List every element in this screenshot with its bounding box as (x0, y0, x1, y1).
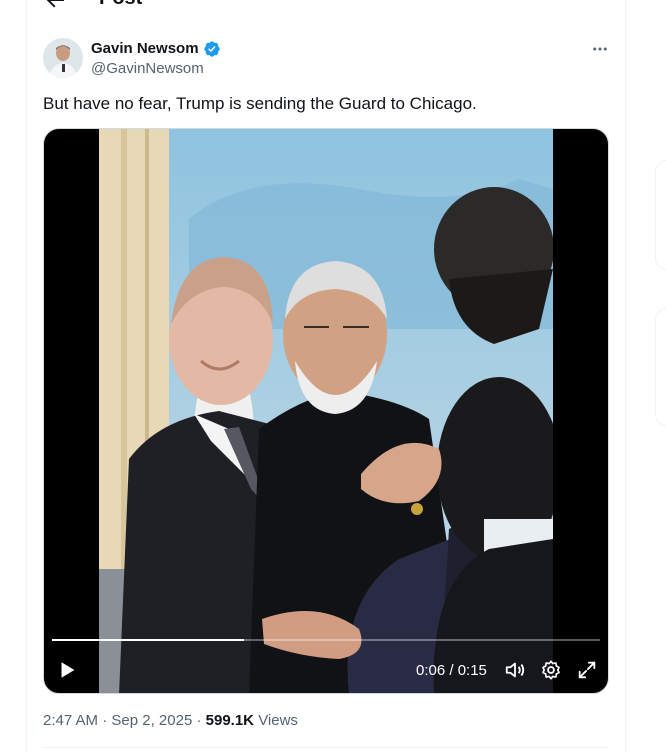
sidebar-card (655, 160, 666, 270)
video-progress-fill (52, 639, 244, 641)
video-progress-bar[interactable] (52, 639, 600, 641)
avatar[interactable] (43, 38, 83, 78)
views-count: 599.1K (205, 712, 255, 729)
post-column: Post Gavin Newsom @GavinNewsom But have … (26, 0, 626, 752)
meta-separator: · (98, 712, 112, 729)
author-name[interactable]: Gavin Newsom (91, 39, 199, 59)
author-handle[interactable]: @GavinNewsom (91, 59, 204, 79)
meta-separator: · (192, 712, 206, 729)
video-player[interactable]: 0:06 / 0:15 (43, 128, 609, 694)
more-options-icon[interactable] (589, 38, 611, 60)
volume-icon[interactable] (504, 659, 526, 681)
fullscreen-icon[interactable] (576, 659, 598, 681)
verified-badge-icon (204, 41, 220, 57)
tweet-meta: 2:47 AM · Sep 2, 2025 · 599.1K Views (43, 711, 298, 731)
tweet-date[interactable]: Sep 2, 2025 (111, 712, 192, 729)
gear-icon[interactable] (540, 659, 562, 681)
play-icon[interactable] (56, 659, 78, 681)
views-label: Views (258, 712, 298, 729)
sidebar-card (655, 308, 666, 426)
tweet-time[interactable]: 2:47 AM (43, 712, 98, 729)
page-title: Post (99, 0, 142, 8)
post-header: Post (27, 0, 625, 12)
tweet-text: But have no fear, Trump is sending the G… (43, 94, 477, 113)
divider (43, 747, 609, 748)
video-time-display: 0:06 / 0:15 (416, 662, 487, 679)
avatar-image (43, 38, 83, 78)
video-frame[interactable] (99, 129, 553, 694)
back-arrow-icon[interactable] (43, 0, 67, 12)
